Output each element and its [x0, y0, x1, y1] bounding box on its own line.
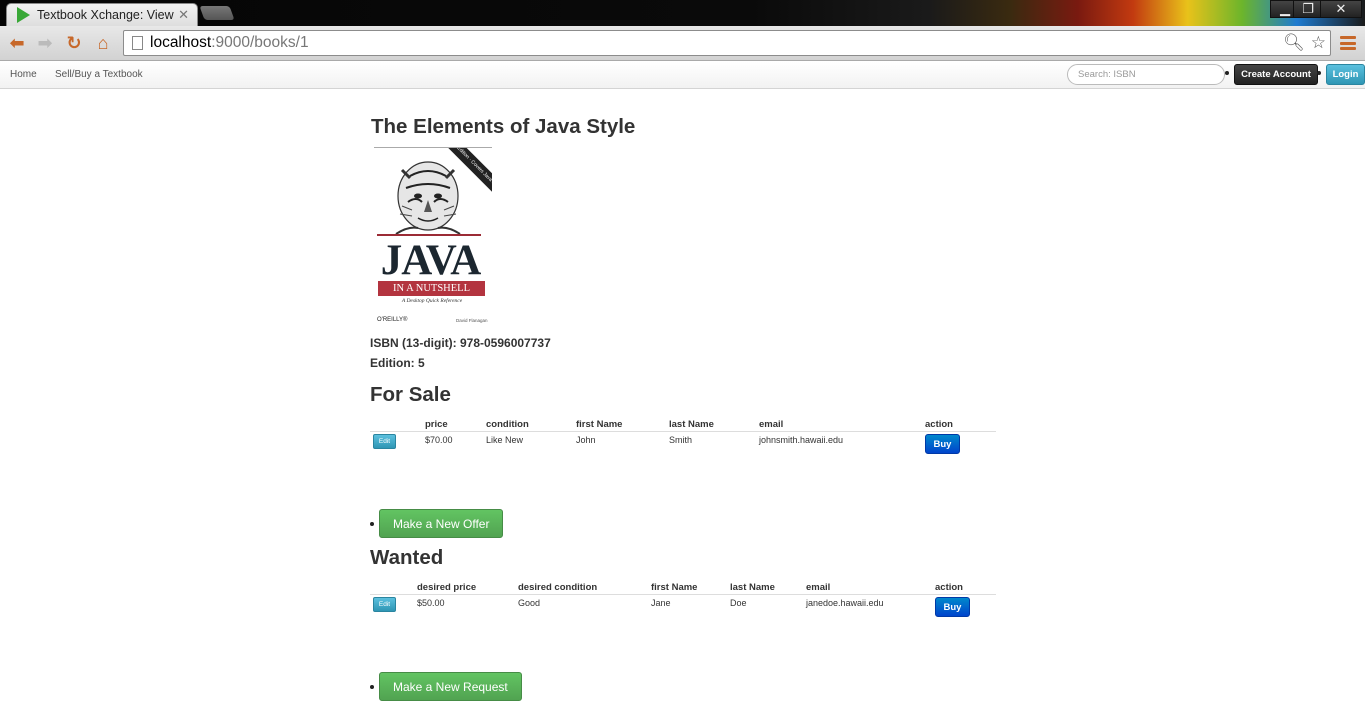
email-cell: johnsmith.hawaii.edu [759, 435, 844, 445]
cover-subtitle: IN A NUTSHELL [378, 281, 485, 296]
site-navbar: Home Sell/Buy a Textbook Create Account … [0, 62, 1365, 89]
window-close-button[interactable]: ✕ [1320, 0, 1362, 18]
new-tab-button[interactable] [199, 6, 235, 20]
for-sale-table: price condition first Name last Name ema… [370, 417, 996, 460]
zoom-icon[interactable]: 🔍︎ [1283, 33, 1305, 53]
close-icon[interactable]: ✕ [178, 7, 189, 23]
column-header: desired price [417, 582, 477, 593]
isbn-search-input[interactable] [1067, 64, 1225, 85]
cover-title: JAVA [380, 237, 482, 284]
table-header: desired price desired condition first Na… [370, 580, 996, 595]
wanted-heading: Wanted [370, 546, 444, 569]
book-title: The Elements of Java Style [371, 115, 636, 138]
menu-icon[interactable] [1340, 34, 1356, 52]
wanted-table: desired price desired condition first Na… [370, 580, 996, 623]
nav-sell-buy-link[interactable]: Sell/Buy a Textbook [55, 69, 143, 80]
cover-author: David Flanagan [456, 318, 488, 323]
desired-condition-cell: Good [518, 598, 541, 608]
column-header: last Name [730, 582, 775, 593]
desired-price-cell: $50.00 [417, 598, 445, 608]
column-header: action [935, 582, 963, 593]
tab-title: Textbook Xchange: View a [37, 8, 175, 22]
new-offer-item: Make a New Offer [370, 509, 504, 538]
table-row: Edit $50.00 Good Jane Doe janedoe.hawaii… [370, 595, 996, 623]
browser-toolbar: ⬅ ➡ ↻ ⌂ localhost:9000/books/1 🔍︎ ☆ [0, 26, 1365, 61]
last-name-cell: Smith [669, 435, 693, 445]
table-row: Edit $70.00 Like New John Smith johnsmit… [370, 432, 996, 460]
first-name-cell: Jane [651, 598, 671, 608]
column-header: condition [486, 419, 529, 430]
bullet-dot [1317, 71, 1321, 75]
create-account-button[interactable]: Create Account [1234, 64, 1318, 85]
browser-titlebar: Textbook Xchange: View a ✕ ▁ ❐ ✕ [0, 0, 1365, 26]
last-name-cell: Doe [730, 598, 747, 608]
cover-tagline: A Desktop Quick Reference [401, 298, 463, 304]
buy-button[interactable]: Buy [935, 597, 970, 617]
reload-icon[interactable]: ↻ [63, 32, 85, 54]
condition-cell: Like New [486, 435, 524, 445]
column-header: last Name [669, 419, 714, 430]
address-bar[interactable]: localhost:9000/books/1 🔍︎ ☆ [123, 30, 1331, 56]
login-button[interactable]: Login [1326, 64, 1365, 85]
make-new-offer-button[interactable]: Make a New Offer [379, 509, 504, 538]
browser-tab[interactable]: Textbook Xchange: View a ✕ [6, 3, 198, 26]
column-header: price [425, 419, 448, 430]
isbn-label: ISBN (13-digit): 978-0596007737 [370, 336, 551, 350]
new-request-item: Make a New Request [370, 672, 522, 701]
url-host: localhost [150, 34, 212, 51]
column-header: email [759, 419, 784, 430]
column-header: desired condition [518, 582, 598, 593]
buy-button[interactable]: Buy [925, 434, 960, 454]
back-icon[interactable]: ⬅ [6, 32, 28, 54]
book-cover-image: 5th Edition · Covers Java 5.0 JAVA IN A … [374, 147, 492, 325]
bullet-dot [370, 521, 374, 526]
nav-home-link[interactable]: Home [10, 69, 37, 80]
play-icon [17, 7, 30, 23]
first-name-cell: John [576, 435, 596, 445]
star-icon[interactable]: ☆ [1311, 33, 1326, 53]
forward-icon[interactable]: ➡ [34, 32, 56, 54]
cover-publisher: O'REILLY® [377, 317, 408, 323]
for-sale-heading: For Sale [370, 383, 451, 406]
page-icon [132, 36, 143, 50]
bullet-dot [1225, 71, 1229, 75]
url-path: :9000/books/1 [211, 34, 309, 51]
edition-label: Edition: 5 [370, 356, 425, 370]
column-header: first Name [576, 419, 623, 430]
home-icon[interactable]: ⌂ [92, 32, 114, 54]
column-header: email [806, 582, 831, 593]
edit-button[interactable]: Edit [373, 597, 396, 612]
table-header: price condition first Name last Name ema… [370, 417, 996, 432]
make-new-request-button[interactable]: Make a New Request [379, 672, 522, 701]
restore-button[interactable]: ❐ [1293, 0, 1323, 18]
price-cell: $70.00 [425, 435, 453, 445]
edit-button[interactable]: Edit [373, 434, 396, 449]
column-header: action [925, 419, 953, 430]
bullet-dot [370, 684, 374, 689]
column-header: first Name [651, 582, 698, 593]
tiger-illustration [395, 161, 461, 234]
email-cell: janedoe.hawaii.edu [806, 598, 884, 608]
